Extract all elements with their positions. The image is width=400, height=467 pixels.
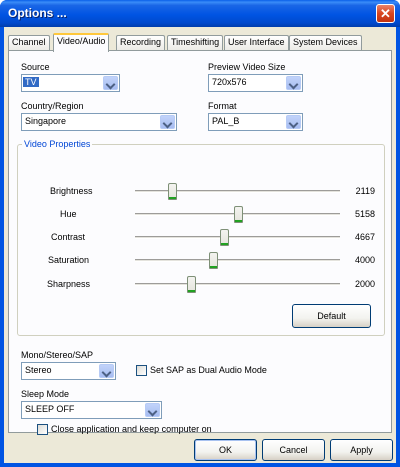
sleep-mode-dropdown[interactable]: SLEEP OFF [21, 401, 162, 419]
default-button[interactable]: Default [292, 304, 371, 328]
country-dropdown[interactable]: Singapore [21, 113, 177, 131]
audio-mode-dropdown[interactable]: Stereo [21, 362, 116, 380]
format-dropdown[interactable]: PAL_B [208, 113, 303, 131]
options-window: Options ... ✕ Channel Video/Audio Record… [0, 0, 400, 467]
slider-label: Brightness [50, 186, 93, 196]
slider-value: 4000 [354, 255, 375, 265]
source-label: Source [21, 62, 50, 72]
preview-size-label: Preview Video Size [208, 62, 286, 72]
slider-value: 4667 [354, 232, 375, 242]
sharpness-slider-thumb[interactable] [187, 276, 197, 293]
slider-label: Hue [60, 209, 77, 219]
slider-label: Sharpness [47, 279, 91, 289]
window-title: Options ... [8, 6, 67, 20]
audio-mode-label: Mono/Stereo/SAP [21, 350, 94, 360]
close-button[interactable]: ✕ [376, 4, 395, 23]
format-value: PAL_B [212, 116, 240, 126]
tab-video-audio[interactable]: Video/Audio [53, 33, 110, 52]
preview-size-value: 720x576 [212, 77, 247, 87]
contrast-slider-thumb[interactable] [220, 229, 230, 246]
sleep-mode-label: Sleep Mode [21, 389, 70, 399]
slider-value: 2119 [355, 186, 375, 196]
sap-dual-audio-label[interactable]: Set SAP as Dual Audio Mode [150, 365, 267, 375]
tab-timeshifting[interactable]: Timeshifting [167, 35, 224, 50]
ok-button[interactable]: OK [194, 439, 257, 461]
slider-track[interactable] [135, 190, 340, 193]
format-label: Format [208, 101, 237, 111]
title-bar[interactable]: Options ... ✕ [0, 0, 400, 27]
dialog-client: Channel Video/Audio Recording Timeshifti… [4, 27, 396, 463]
tab-channel[interactable]: Channel [8, 35, 50, 50]
window-frame-bottom [0, 463, 400, 467]
sleep-mode-value: SLEEP OFF [25, 404, 75, 414]
country-value: Singapore [25, 116, 67, 126]
saturation-slider-thumb[interactable] [208, 252, 218, 269]
chevron-down-icon[interactable] [103, 76, 118, 90]
slider-label: Saturation [48, 255, 90, 265]
sap-dual-audio-checkbox[interactable] [136, 365, 147, 376]
chevron-down-icon[interactable] [145, 403, 160, 417]
cancel-button[interactable]: Cancel [262, 439, 325, 461]
keep-computer-on-label[interactable]: Close application and keep computer on [51, 424, 212, 434]
slider-track[interactable] [135, 283, 340, 286]
chevron-down-icon[interactable] [99, 364, 114, 378]
audio-mode-value: Stereo [25, 365, 52, 375]
tab-system-devices[interactable]: System Devices [289, 35, 362, 50]
source-value: TV [23, 77, 39, 87]
slider-track[interactable] [135, 236, 340, 239]
keep-computer-on-checkbox[interactable] [37, 424, 48, 435]
chevron-down-icon[interactable] [286, 115, 301, 129]
slider-value: 5158 [354, 209, 375, 219]
slider-track[interactable] [135, 259, 340, 262]
video-properties-title: Video Properties [22, 139, 93, 149]
preview-size-dropdown[interactable]: 720x576 [208, 74, 303, 92]
slider-label: Contrast [51, 232, 86, 242]
tab-recording[interactable]: Recording [116, 35, 166, 50]
chevron-down-icon[interactable] [286, 76, 301, 90]
apply-button[interactable]: Apply [330, 439, 393, 461]
source-dropdown[interactable]: TV [21, 74, 120, 92]
country-label: Country/Region [21, 101, 84, 111]
tab-user-interface[interactable]: User Interface [224, 35, 289, 50]
slider-value: 2000 [354, 279, 375, 289]
video-audio-panel: Source TV Preview Video Size 720x576 Cou… [8, 50, 392, 435]
brightness-slider-thumb[interactable] [167, 183, 177, 200]
chevron-down-icon[interactable] [160, 115, 175, 129]
hue-slider-thumb[interactable] [233, 206, 243, 223]
